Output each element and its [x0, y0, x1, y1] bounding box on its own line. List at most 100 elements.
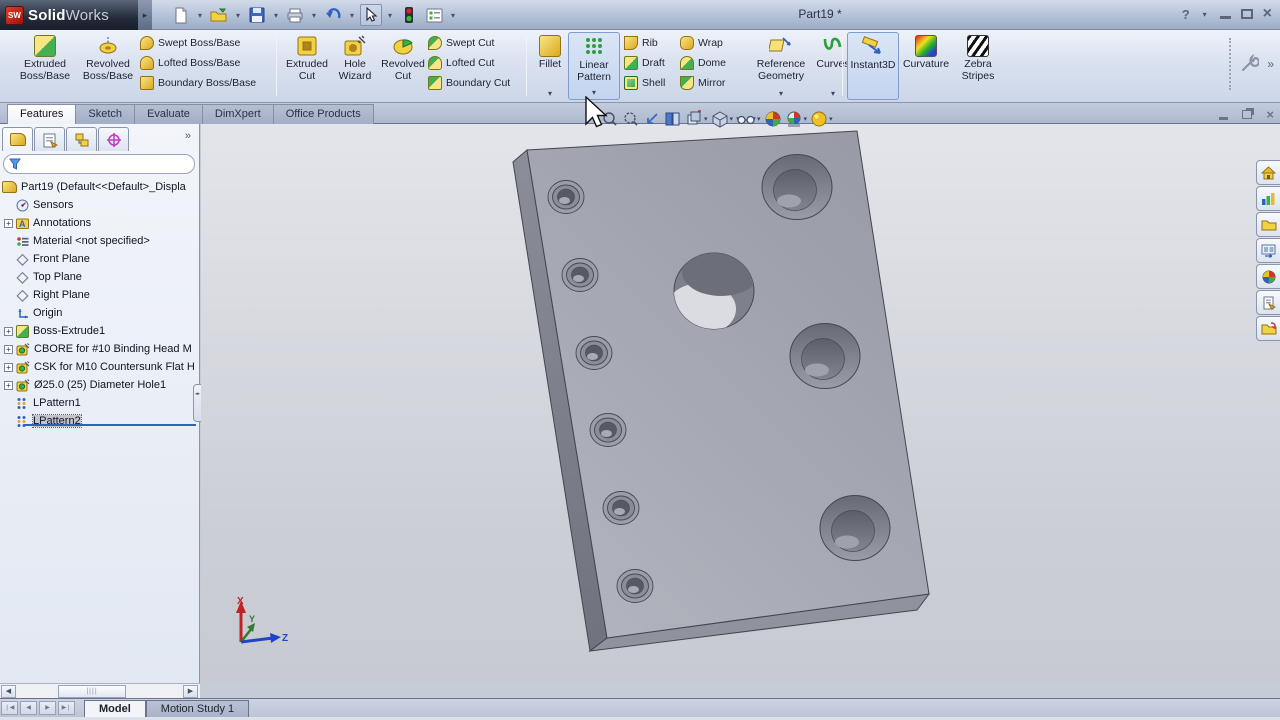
- tab-evaluate[interactable]: Evaluate: [134, 104, 203, 124]
- part-model[interactable]: [201, 124, 1280, 683]
- save-button[interactable]: [246, 4, 268, 26]
- apply-scene-button[interactable]: ▾: [784, 109, 809, 129]
- zoom-to-area-button[interactable]: [621, 109, 641, 129]
- view-settings-button[interactable]: ▾: [809, 109, 834, 129]
- undo-dropdown[interactable]: ▾: [347, 11, 357, 20]
- help-button[interactable]: ?: [1182, 7, 1190, 22]
- maximize-button[interactable]: [1240, 9, 1253, 19]
- tree-item-csk-hole[interactable]: + CSK for M10 Countersunk Flat H: [0, 358, 200, 376]
- swept-boss-base-button[interactable]: Swept Boss/Base: [140, 34, 268, 51]
- wrap-button[interactable]: Wrap: [680, 34, 750, 51]
- tree-item-top-plane[interactable]: Top Plane: [0, 268, 200, 286]
- scroll-left-button[interactable]: ◀: [1, 685, 16, 698]
- display-style-dropdown[interactable]: ▾: [730, 115, 734, 123]
- help-dropdown[interactable]: ▾: [1200, 10, 1210, 19]
- previous-view-button[interactable]: [642, 109, 662, 129]
- scroll-thumb[interactable]: ||||: [58, 685, 126, 698]
- ribbon-overflow-chevron[interactable]: »: [1267, 57, 1274, 71]
- apply-scene-dropdown[interactable]: ▾: [804, 115, 808, 123]
- select-dropdown[interactable]: ▾: [385, 11, 395, 20]
- panel-hscrollbar[interactable]: ◀ |||| ▶: [0, 683, 200, 698]
- boundary-cut-button[interactable]: Boundary Cut: [428, 74, 524, 91]
- tree-item-cbore-hole[interactable]: + CBORE for #10 Binding Head M: [0, 340, 200, 358]
- menu-overflow-arrow[interactable]: ▸: [138, 0, 152, 30]
- rib-button[interactable]: Rib: [624, 34, 680, 51]
- draft-button[interactable]: Draft: [624, 54, 680, 71]
- custom-properties-tab[interactable]: [1256, 290, 1280, 315]
- ribbon-drag-handle[interactable]: [1229, 38, 1232, 90]
- tab-nav-next-button[interactable]: ▶: [39, 701, 56, 715]
- close-button[interactable]: ×: [1263, 5, 1272, 23]
- tab-nav-first-button[interactable]: ❘◀: [1, 701, 18, 715]
- view-palette-tab[interactable]: [1256, 238, 1280, 263]
- tree-item-lpattern2[interactable]: LPattern2: [0, 412, 200, 430]
- expand-icon[interactable]: +: [4, 380, 13, 390]
- linear-pattern-button[interactable]: Linear Pattern ▾: [568, 32, 620, 100]
- edit-appearance-button[interactable]: [763, 109, 783, 129]
- view-settings-dropdown[interactable]: ▾: [829, 115, 833, 123]
- reference-geometry-button[interactable]: Reference Geometry ▾: [750, 32, 812, 100]
- graphics-viewport[interactable]: X Y Z ▾ ▾ ▾ ▾ ▾: [201, 96, 1280, 683]
- fillet-button[interactable]: Fillet ▾: [532, 32, 568, 100]
- tab-sketch[interactable]: Sketch: [75, 104, 136, 124]
- tab-dimxpert[interactable]: DimXpert: [201, 104, 274, 124]
- configurationmanager-tab[interactable]: [66, 127, 97, 151]
- expand-icon[interactable]: +: [4, 218, 13, 228]
- boundary-boss-base-button[interactable]: Boundary Boss/Base: [140, 74, 268, 91]
- doc-minimize-button[interactable]: [1219, 117, 1229, 120]
- curvature-button[interactable]: Curvature: [899, 32, 953, 100]
- propertymanager-tab[interactable]: [34, 127, 65, 151]
- customize-wrench-icon[interactable]: [1239, 54, 1260, 74]
- tree-item-diameter-hole[interactable]: + Ø25.0 (25) Diameter Hole1: [0, 376, 200, 394]
- revolved-boss-base-button[interactable]: Revolved Boss/Base: [76, 32, 140, 100]
- design-library-tab[interactable]: [1256, 186, 1280, 211]
- hide-show-dropdown[interactable]: ▾: [757, 115, 761, 123]
- tree-item-lpattern1[interactable]: LPattern1: [0, 394, 200, 412]
- undo-button[interactable]: [322, 4, 344, 26]
- select-tool-button[interactable]: [360, 4, 382, 26]
- tab-nav-last-button[interactable]: ▶❘: [58, 701, 75, 715]
- expand-icon[interactable]: +: [4, 344, 13, 354]
- tree-item-front-plane[interactable]: Front Plane: [0, 250, 200, 268]
- swept-cut-button[interactable]: Swept Cut: [428, 34, 524, 51]
- document-recovery-tab[interactable]: [1256, 316, 1280, 341]
- tree-item-boss-extrude1[interactable]: + Boss-Extrude1: [0, 322, 200, 340]
- expand-icon[interactable]: +: [4, 362, 13, 372]
- options-button[interactable]: [423, 4, 445, 26]
- options-dropdown[interactable]: ▾: [448, 11, 458, 20]
- tree-item-material[interactable]: Material <not specified>: [0, 232, 200, 250]
- new-dropdown[interactable]: ▾: [195, 11, 205, 20]
- tree-item-annotations[interactable]: + A Annotations: [0, 214, 200, 232]
- doc-close-button[interactable]: ×: [1266, 107, 1274, 122]
- dome-button[interactable]: Dome: [680, 54, 750, 71]
- hole-wizard-button[interactable]: Hole Wizard: [332, 32, 378, 100]
- doc-restore-button[interactable]: [1242, 110, 1253, 119]
- mirror-button[interactable]: Mirror: [680, 74, 750, 91]
- new-document-button[interactable]: [170, 4, 192, 26]
- solidworks-resources-tab[interactable]: [1256, 160, 1280, 185]
- tree-item-origin[interactable]: Origin: [0, 304, 200, 322]
- section-view-button[interactable]: [663, 109, 683, 129]
- tree-item-right-plane[interactable]: Right Plane: [0, 286, 200, 304]
- open-dropdown[interactable]: ▾: [233, 11, 243, 20]
- instant3d-button[interactable]: Instant3D: [847, 32, 899, 100]
- tree-filter-box[interactable]: [3, 154, 195, 174]
- dimxpertmanager-tab[interactable]: [98, 127, 129, 151]
- panel-tabs-overflow[interactable]: »: [185, 130, 191, 142]
- rollback-bar[interactable]: [24, 424, 196, 426]
- minimize-button[interactable]: [1219, 16, 1231, 19]
- fillet-dropdown[interactable]: ▾: [532, 88, 568, 100]
- view-orientation-dropdown[interactable]: ▾: [704, 115, 708, 123]
- save-dropdown[interactable]: ▾: [271, 11, 281, 20]
- view-orientation-button[interactable]: ▾: [684, 109, 709, 129]
- motion-study-tab[interactable]: Motion Study 1: [145, 700, 250, 717]
- revolved-cut-button[interactable]: Revolved Cut: [378, 32, 428, 100]
- featuremanager-tree-tab[interactable]: [2, 127, 33, 151]
- extruded-boss-base-button[interactable]: Extruded Boss/Base: [14, 32, 76, 100]
- rebuild-button[interactable]: [398, 4, 420, 26]
- shell-button[interactable]: Shell: [624, 74, 680, 91]
- tab-features[interactable]: Features: [7, 104, 77, 124]
- tab-office-products[interactable]: Office Products: [272, 104, 374, 124]
- scroll-right-button[interactable]: ▶: [183, 685, 198, 698]
- hide-show-items-button[interactable]: ▾: [735, 109, 762, 129]
